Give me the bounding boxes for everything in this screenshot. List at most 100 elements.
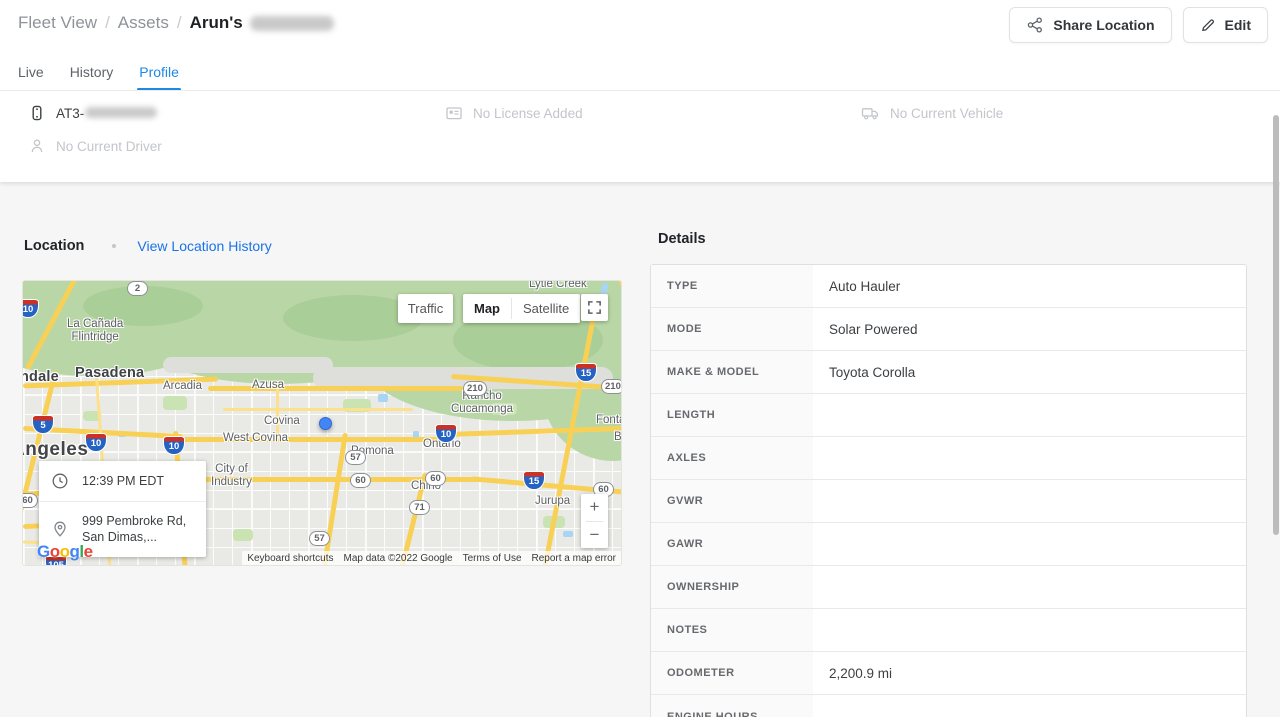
license-item: No License Added <box>445 104 583 122</box>
share-icon <box>1026 16 1044 34</box>
map-canvas[interactable]: Lytle CreekLa Cañada FlintridgendalePasa… <box>22 280 622 566</box>
page-scrollbar[interactable] <box>1272 0 1280 717</box>
details-row: GAWR <box>651 523 1246 566</box>
map-attribution-link[interactable]: Keyboard shortcuts <box>242 553 338 564</box>
details-row-value <box>813 394 1246 436</box>
details-row-label: LENGTH <box>651 394 813 436</box>
details-row: AXLES <box>651 437 1246 480</box>
route-shield-2: 2 <box>127 281 148 296</box>
view-location-history-link[interactable]: View Location History <box>137 238 271 254</box>
pencil-icon <box>1200 17 1216 33</box>
details-row-value <box>813 480 1246 522</box>
details-row: MODE Solar Powered <box>651 308 1246 351</box>
route-shield-60: 60 <box>22 493 38 508</box>
map-attribution-link[interactable]: Map data ©2022 Google <box>338 553 457 564</box>
details-row-label: AXLES <box>651 437 813 479</box>
driver-person-icon <box>28 137 46 155</box>
license-text: No License Added <box>473 106 583 121</box>
details-row: MAKE & MODEL Toyota Corolla <box>651 351 1246 394</box>
route-shield-15: 15 <box>523 471 545 490</box>
details-row-value <box>813 566 1246 608</box>
map-place-label: Jurupa <box>535 495 570 508</box>
details-row-value <box>813 523 1246 565</box>
details-row: TYPE Auto Hauler <box>651 265 1246 308</box>
asset-name-prefix: Arun's <box>190 13 243 33</box>
current-vehicle-text: No Current Vehicle <box>890 106 1003 121</box>
map-place-label: West Covina <box>223 432 288 445</box>
details-row-label: MAKE & MODEL <box>651 351 813 393</box>
details-row-value: Solar Powered <box>813 308 1246 350</box>
details-title: Details <box>658 231 706 247</box>
gateway-serial-item: AT3- <box>28 104 157 122</box>
share-location-button[interactable]: Share Location <box>1009 7 1171 43</box>
breadcrumb-separator: / <box>105 13 110 33</box>
current-vehicle-item: No Current Vehicle <box>861 104 1003 122</box>
details-row: LENGTH <box>651 394 1246 437</box>
asset-location-marker[interactable] <box>319 417 332 430</box>
details-row-value: Auto Hauler <box>813 265 1246 307</box>
zoom-in-button[interactable]: + <box>581 494 608 521</box>
map-place-label: Angeles <box>22 439 88 461</box>
details-row-value: 2,200.9 mi <box>813 652 1246 694</box>
route-shield-57: 57 <box>345 450 366 465</box>
edit-button[interactable]: Edit <box>1183 7 1268 43</box>
breadcrumb-fleet-view[interactable]: Fleet View <box>18 13 97 33</box>
route-shield-10: 10 <box>85 433 107 452</box>
map-place-label: Arcadia <box>163 380 202 393</box>
gateway-serial-text: AT3- <box>56 106 157 121</box>
route-shield-10: 10 <box>163 436 185 455</box>
clock-icon <box>51 472 69 490</box>
zoom-control: + − <box>581 494 608 548</box>
map-attribution: Keyboard shortcutsMap data ©2022 GoogleT… <box>242 551 621 565</box>
vehicle-truck-icon <box>861 104 880 122</box>
map-type-map-button[interactable]: Map <box>463 294 511 323</box>
details-row-label: ENGINE HOURS <box>651 695 813 717</box>
location-time-row: 12:39 PM EDT <box>39 461 206 501</box>
map-place-label: La Cañada Flintridge <box>67 318 123 344</box>
asset-profile-page: Fleet View / Assets / Arun's Share Locat… <box>0 0 1280 717</box>
header-actions: Share Location Edit <box>1009 7 1268 43</box>
details-table: TYPE Auto Hauler MODE Solar Powered MAKE… <box>650 264 1247 717</box>
details-row-label: GVWR <box>651 480 813 522</box>
map-attribution-link[interactable]: Report a map error <box>527 553 621 564</box>
route-shield-10: 10 <box>22 299 39 318</box>
details-row-value: Toyota Corolla <box>813 351 1246 393</box>
map-place-label: City of Industry <box>211 463 252 489</box>
license-card-icon <box>445 104 463 122</box>
traffic-label: Traffic <box>408 301 443 316</box>
gateway-device-icon <box>28 104 46 122</box>
route-shield-15: 15 <box>575 363 597 382</box>
map-place-label: Azusa <box>252 379 284 392</box>
map-attribution-link[interactable]: Terms of Use <box>458 553 527 564</box>
map-type-satellite-button[interactable]: Satellite <box>512 294 580 323</box>
details-row-label: ODOMETER <box>651 652 813 694</box>
share-location-label: Share Location <box>1053 17 1154 33</box>
fullscreen-button[interactable] <box>581 294 608 321</box>
details-row: ODOMETER 2,200.9 mi <box>651 652 1246 695</box>
details-row: GVWR <box>651 480 1246 523</box>
details-row-value <box>813 437 1246 479</box>
map-place-label: Blc <box>614 431 622 444</box>
edit-label: Edit <box>1225 17 1251 33</box>
asset-name-redacted <box>250 16 334 31</box>
location-title: Location <box>24 238 84 254</box>
gateway-serial-redacted <box>85 107 157 118</box>
scrollbar-thumb[interactable] <box>1273 115 1279 535</box>
breadcrumb: Fleet View / Assets / Arun's <box>18 13 334 33</box>
traffic-button[interactable]: Traffic <box>398 294 453 323</box>
current-driver-text: No Current Driver <box>56 139 162 154</box>
map-place-label: Fonta <box>596 414 622 427</box>
route-shield-210: 210 <box>463 381 487 396</box>
location-pin-icon <box>51 520 69 538</box>
tab-profile[interactable]: Profile <box>139 64 179 91</box>
location-section-header: Location View Location History <box>24 238 272 254</box>
page-header: Fleet View / Assets / Arun's Share Locat… <box>0 0 1280 182</box>
tab-live[interactable]: Live <box>18 64 44 91</box>
google-logo[interactable]: Google <box>37 542 93 562</box>
breadcrumb-assets[interactable]: Assets <box>118 13 169 33</box>
details-row-label: TYPE <box>651 265 813 307</box>
tab-history[interactable]: History <box>70 64 114 91</box>
route-shield-60: 60 <box>350 473 371 488</box>
route-shield-210: 210 <box>601 379 622 394</box>
zoom-out-button[interactable]: − <box>581 522 608 549</box>
